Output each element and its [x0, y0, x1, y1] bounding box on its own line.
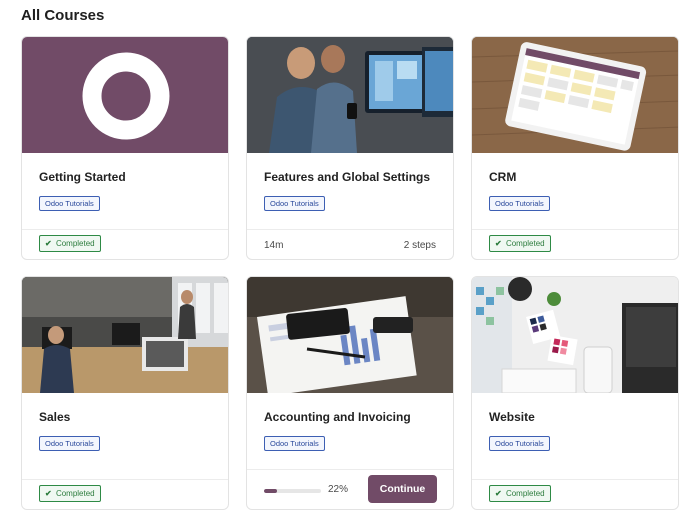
card-divider: [472, 229, 678, 230]
course-steps: 2 steps: [403, 240, 436, 251]
check-icon: ✔: [45, 489, 52, 498]
continue-button[interactable]: Continue: [368, 475, 437, 503]
course-progress-bar: [264, 489, 321, 493]
course-title[interactable]: CRM: [489, 170, 516, 184]
card-divider: [472, 479, 678, 480]
card-divider: [247, 229, 453, 230]
course-tag[interactable]: Odoo Tutorials: [39, 436, 100, 451]
completed-label: Completed: [505, 489, 545, 498]
course-duration: 14m: [264, 240, 284, 251]
completed-badge: ✔ Completed: [39, 485, 101, 502]
course-card-accounting[interactable]: Accounting and Invoicing Odoo Tutorials …: [246, 276, 454, 510]
course-title[interactable]: Getting Started: [39, 170, 126, 184]
completed-label: Completed: [55, 489, 95, 498]
completed-badge: ✔ Completed: [39, 235, 101, 252]
course-tag[interactable]: Odoo Tutorials: [264, 196, 325, 211]
course-tag[interactable]: Odoo Tutorials: [489, 196, 550, 211]
odoo-logo-icon: [82, 52, 170, 140]
course-title[interactable]: Features and Global Settings: [264, 170, 430, 184]
course-thumbnail[interactable]: [247, 277, 453, 393]
completed-badge: ✔ Completed: [489, 485, 551, 502]
course-card-sales[interactable]: Sales Odoo Tutorials ✔ Completed: [21, 276, 229, 510]
check-icon: ✔: [45, 239, 52, 248]
completed-label: Completed: [55, 239, 95, 248]
course-tag[interactable]: Odoo Tutorials: [39, 196, 100, 211]
course-tag[interactable]: Odoo Tutorials: [489, 436, 550, 451]
course-progress-label: 22%: [328, 484, 349, 495]
course-card-website[interactable]: Website Odoo Tutorials ✔ Completed: [471, 276, 679, 510]
course-title[interactable]: Website: [489, 410, 535, 424]
course-card-crm[interactable]: CRM Odoo Tutorials ✔ Completed: [471, 36, 679, 260]
card-divider: [22, 479, 228, 480]
course-thumbnail[interactable]: [472, 277, 678, 393]
course-card-features[interactable]: Features and Global Settings Odoo Tutori…: [246, 36, 454, 260]
completed-label: Completed: [505, 239, 545, 248]
tablet-photo-image: [472, 37, 678, 153]
course-title[interactable]: Sales: [39, 410, 70, 424]
design-desk-photo-image: [472, 277, 678, 393]
course-title[interactable]: Accounting and Invoicing: [264, 410, 411, 424]
office-photo-image: [247, 37, 453, 153]
course-thumbnail[interactable]: [22, 277, 228, 393]
course-thumbnail[interactable]: [22, 37, 228, 153]
page-title: All Courses: [21, 7, 105, 24]
course-tag[interactable]: Odoo Tutorials: [264, 436, 325, 451]
course-card-getting-started[interactable]: Getting Started Odoo Tutorials ✔ Complet…: [21, 36, 229, 260]
course-thumbnail[interactable]: [472, 37, 678, 153]
completed-badge: ✔ Completed: [489, 235, 551, 252]
open-office-photo-image: [22, 277, 228, 393]
card-divider: [247, 469, 453, 470]
documents-photo-image: [247, 277, 453, 393]
check-icon: ✔: [495, 239, 502, 248]
check-icon: ✔: [495, 489, 502, 498]
card-divider: [22, 229, 228, 230]
course-thumbnail[interactable]: [247, 37, 453, 153]
course-progress-fill: [264, 489, 277, 493]
